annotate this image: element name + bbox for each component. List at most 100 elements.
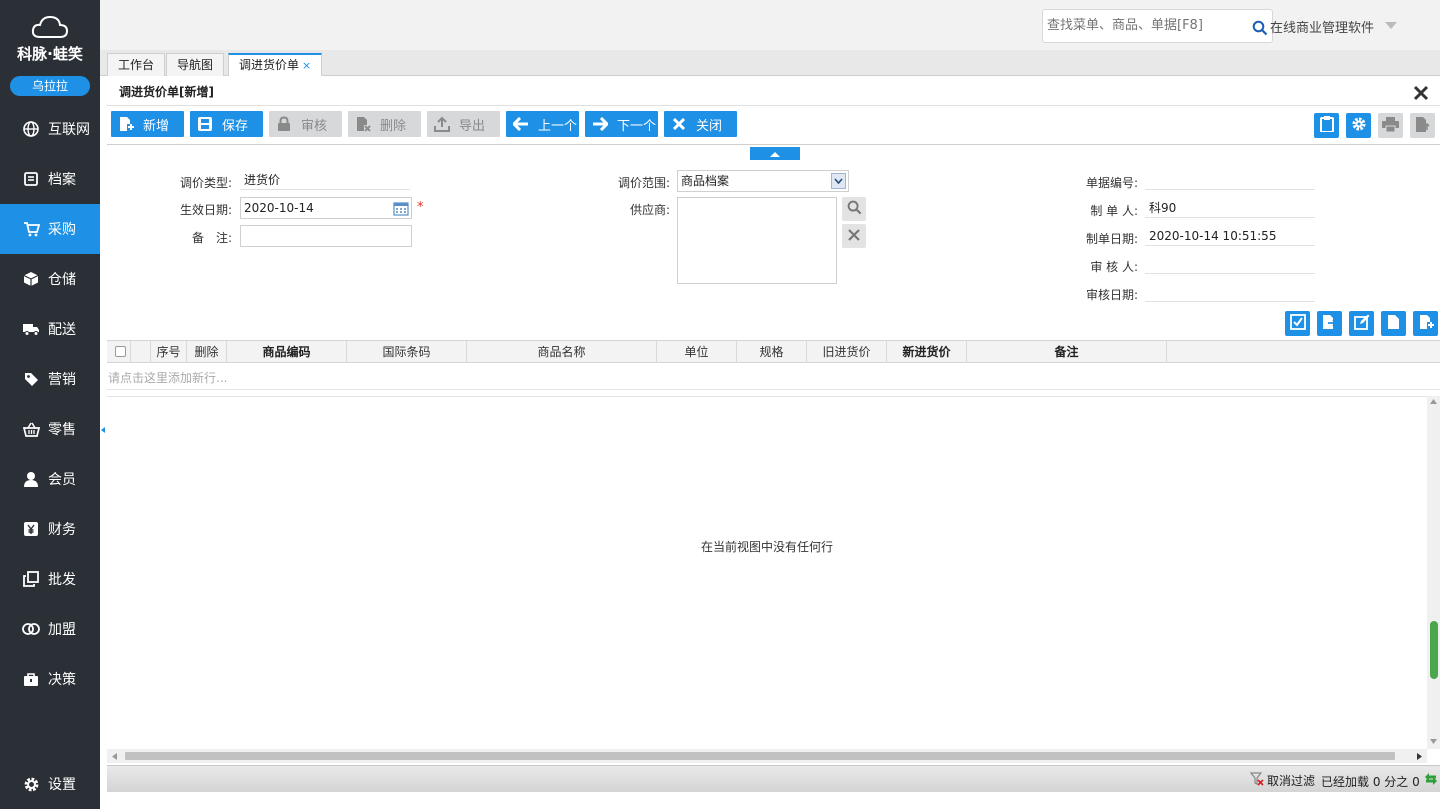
audit-button[interactable]: 审核 [269,111,342,137]
next-button[interactable]: 下一个 [585,111,658,137]
sidebar-item-label: 决策 [48,672,76,688]
search-icon[interactable] [1252,20,1268,36]
user-icon [22,470,40,488]
tab-price-adjust[interactable]: 调进货价单 × [228,53,323,76]
sidebar-item-marketing[interactable]: 营销 [0,354,100,404]
new-button[interactable]: 新增 [111,111,184,137]
prev-button[interactable]: 上一个 [506,111,579,137]
supplier-search-button[interactable] [842,197,866,221]
creator-label: 制 单 人: [1090,204,1138,218]
edit-icon [1353,314,1370,333]
horizontal-scroll-thumb[interactable] [125,752,1395,760]
close-button-label: 关闭 [696,118,723,134]
sidebar-item-label: 档案 [48,172,76,188]
select-all-checkbox[interactable] [115,346,126,357]
grid-check-button[interactable] [1285,311,1310,336]
effective-date-label: 生效日期: [179,203,232,217]
supplier-list[interactable] [677,197,837,284]
calendar-icon[interactable] [393,200,409,222]
column-header-spec[interactable]: 规格 [737,341,807,363]
horizontal-scrollbar[interactable] [107,749,1427,763]
sidebar-item-archive[interactable]: 档案 [0,154,100,204]
cloud-logo-icon [31,15,69,38]
printer-icon [1382,116,1399,135]
chevron-down-icon[interactable] [831,173,846,189]
scope-select[interactable]: 商品档案 [677,170,849,192]
column-header-old-price[interactable]: 旧进货价 [807,341,887,363]
grid-add-doc-button[interactable] [1413,311,1438,336]
arrow-right-icon [591,115,609,133]
save-button[interactable]: 保存 [190,111,263,137]
grid-body: 在当前视图中没有任何行 [107,396,1427,749]
grid-import-button[interactable] [1317,311,1342,336]
close-button[interactable]: 关闭 [664,111,737,137]
column-header-barcode[interactable]: 国际条码 [347,341,467,363]
print-button[interactable] [1378,113,1403,138]
basket-icon [22,420,40,438]
sidebar-collapse-toggle[interactable] [100,395,107,465]
clipboard-icon [1319,116,1334,135]
user-badge[interactable]: 乌拉拉 [10,76,90,96]
form-collapse-handle[interactable] [750,147,800,160]
grid-edit-button[interactable] [1349,311,1374,336]
save-button-label: 保存 [222,118,249,134]
main-nav: 互联网 档案 采购 仓储 配送 营销 零售 会员 财务 批发 加盟 决策 [0,104,100,704]
sidebar-item-decision[interactable]: 决策 [0,654,100,704]
sidebar-item-label: 批发 [48,572,76,588]
close-x-icon [670,115,688,133]
export-button[interactable]: 导出 [427,111,500,137]
remark-label: 备 注: [191,231,232,245]
add-doc-icon [117,115,135,133]
supplier-clear-button[interactable] [842,224,866,248]
add-new-row[interactable]: 请点击这里添加新行... [107,368,1440,390]
sidebar-item-settings[interactable]: 设置 [0,759,100,809]
app-name[interactable]: 在线商业管理软件 [1270,17,1374,36]
effective-date-value: 2020-10-14 [244,201,314,215]
search-icon [847,200,862,218]
vertical-scroll-thumb[interactable] [1430,621,1438,679]
upload-icon [433,115,451,133]
effective-date-field[interactable]: 2020-10-14 [240,197,412,219]
auditor-label: 审 核 人: [1090,260,1138,274]
sidebar-item-delivery[interactable]: 配送 [0,304,100,354]
export-file-button[interactable] [1410,113,1435,138]
chevron-down-icon[interactable] [1385,22,1397,29]
tab-close-icon[interactable]: × [302,59,311,72]
tab-label: 导航图 [177,58,214,72]
column-header-name[interactable]: 商品名称 [467,341,657,363]
clipboard-button[interactable] [1314,113,1339,138]
refresh-icon[interactable] [1423,771,1439,790]
sidebar-item-franchise[interactable]: 加盟 [0,604,100,654]
column-header-new-price[interactable]: 新进货价 [887,341,967,363]
sidebar-item-retail[interactable]: 零售 [0,404,100,454]
sidebar-item-internet[interactable]: 互联网 [0,104,100,154]
lock-icon [275,115,293,133]
column-header-delete[interactable]: 删除 [187,341,227,363]
sidebar-item-warehouse[interactable]: 仓储 [0,254,100,304]
vertical-scrollbar[interactable] [1427,396,1440,749]
box-icon [22,270,40,288]
sidebar-item-finance[interactable]: 财务 [0,504,100,554]
sidebar-item-member[interactable]: 会员 [0,454,100,504]
arrow-left-icon [512,115,530,133]
close-icon[interactable] [1412,84,1430,102]
tab-workbench[interactable]: 工作台 [107,53,166,76]
delete-button[interactable]: 删除 [348,111,421,137]
remark-input[interactable] [240,225,412,247]
sidebar-item-wholesale[interactable]: 批发 [0,554,100,604]
column-header-seq[interactable]: 序号 [151,341,187,363]
cart-icon [22,220,40,238]
tab-navigation[interactable]: 导航图 [166,53,225,76]
sidebar-item-purchase[interactable]: 采购 [0,204,100,254]
search-input[interactable] [1047,18,1247,33]
logo: 科脉·蛙笑 [0,0,100,70]
global-search [1042,9,1273,43]
grid-doc-button[interactable] [1381,311,1406,336]
scope-value: 商品档案 [681,174,730,188]
sidebar-item-label: 互联网 [48,122,90,138]
column-header-code[interactable]: 商品编码 [227,341,347,363]
column-header-unit[interactable]: 单位 [657,341,737,363]
column-header-remark[interactable]: 备注 [967,341,1167,363]
clear-filter-button[interactable]: 取消过滤 [1249,772,1315,789]
settings-button[interactable] [1346,113,1371,138]
